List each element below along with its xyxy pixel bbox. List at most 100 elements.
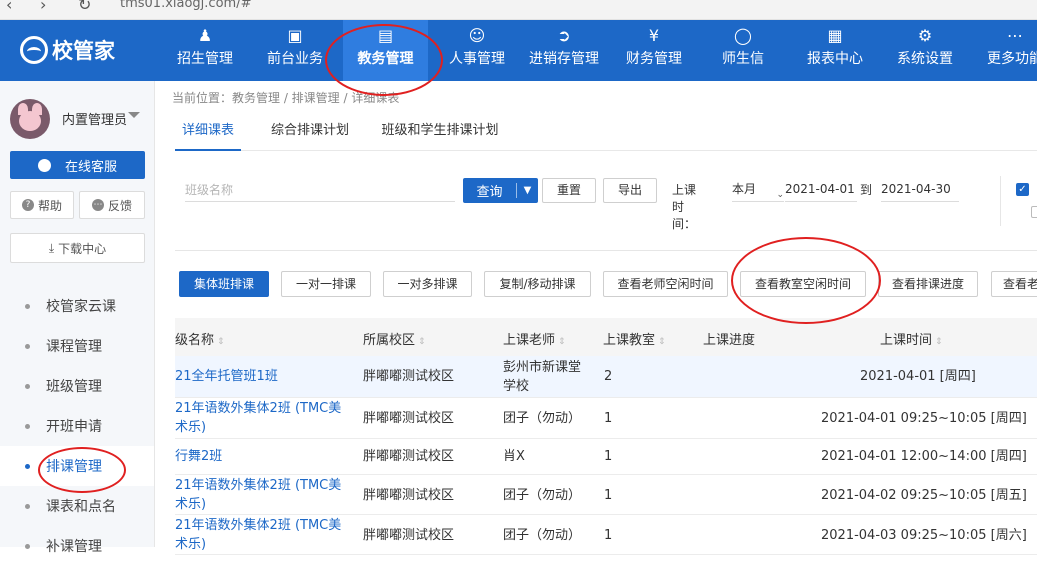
room-cell: 1: [604, 528, 613, 543]
inventory-icon: ➲: [557, 26, 571, 45]
feedback-button[interactable]: ⋯ 反馈: [79, 191, 145, 219]
sidebar-item-makeup[interactable]: 补课管理: [0, 526, 154, 566]
sidebar-item-classes[interactable]: 班级管理: [0, 366, 154, 406]
campus-cell: 胖嘟嘟测试校区: [363, 449, 455, 464]
tab-class-student-plan[interactable]: 班级和学生排课计划: [380, 113, 500, 151]
checkbox-checked[interactable]: ✓: [1016, 183, 1029, 196]
sidebar-item-open-class[interactable]: 开班申请: [0, 406, 154, 446]
view-more-button[interactable]: 查看老: [991, 271, 1037, 297]
chat-icon: ◯: [734, 26, 752, 45]
copy-move-schedule-button[interactable]: 复制/移动排课: [484, 271, 591, 297]
class-name-link[interactable]: 21年语数外集体2班 (TMC美术乐): [175, 399, 350, 437]
more-icon: ⋯: [1007, 26, 1023, 45]
forward-icon[interactable]: ›: [40, 0, 46, 14]
query-label: 查询: [476, 185, 503, 200]
feedback-icon: ⋯: [91, 199, 104, 211]
url-bar[interactable]: tms01.xiaogj.com/#: [120, 0, 251, 11]
column-header-campus[interactable]: 所属校区 ⇕: [363, 329, 426, 348]
schedule-progress-button[interactable]: 查看排课进度: [878, 271, 978, 297]
table-row[interactable]: 21全年托管班1班 胖嘟嘟测试校区 彭州市新课堂学校 2 2021-04-01 …: [175, 356, 1037, 398]
browser-bar: ‹ › ↻ tms01.xiaogj.com/#: [0, 0, 1037, 20]
column-header-class[interactable]: 级名称 ⇕: [175, 329, 225, 348]
book-icon: ▤: [377, 26, 394, 45]
nav-item-more[interactable]: ⋯ 更多功能: [980, 20, 1037, 81]
bullet-icon: [25, 503, 30, 509]
nav-item-report[interactable]: ▦ 报表中心: [798, 20, 872, 81]
chevron-down-icon[interactable]: [128, 112, 140, 118]
download-center-button[interactable]: ⤓ 下载中心: [10, 233, 145, 263]
checkbox[interactable]: [1031, 206, 1037, 218]
header-label: 级名称: [175, 333, 215, 348]
refresh-icon[interactable]: ↻: [78, 0, 91, 14]
nav-item-message[interactable]: ◯ 师生信: [710, 20, 776, 81]
sidebar-item-scheduling[interactable]: 排课管理: [0, 446, 154, 486]
time-cell: 2021-04-03 09:25~10:05 [周六]: [821, 528, 1027, 543]
export-button[interactable]: 导出: [603, 178, 657, 203]
bullet-icon: [25, 383, 30, 389]
help-button[interactable]: ? 帮助: [10, 191, 74, 219]
nav-item-frontdesk[interactable]: ▣ 前台业务: [256, 20, 334, 81]
nav-item-finance[interactable]: ¥ 财务管理: [617, 20, 691, 81]
room-cell: 1: [604, 488, 613, 503]
class-name-link[interactable]: 21全年托管班1班: [175, 367, 278, 386]
reset-button[interactable]: 重置: [542, 178, 596, 203]
one-on-one-schedule-button[interactable]: 一对一排课: [281, 271, 371, 297]
nav-item-inventory[interactable]: ➲ 进销存管理: [523, 20, 605, 81]
header-label: 上课教室: [603, 333, 656, 348]
teacher-cell: 团子（勿动）: [503, 411, 582, 426]
sort-icon[interactable]: ⇕: [418, 337, 426, 347]
sidebar-item-label: 班级管理: [46, 379, 102, 395]
option-checkboxes: ✓: [1000, 176, 1037, 226]
class-name-link[interactable]: 21年语数外集体2班 (TMC美术乐): [175, 516, 350, 554]
chevron-down-icon[interactable]: ▼: [517, 185, 538, 196]
person-icon: ☺: [468, 26, 486, 45]
time-cell: 2021-04-01 12:00~14:00 [周四]: [821, 449, 1027, 464]
classroom-free-time-button[interactable]: 查看教室空闲时间: [740, 271, 866, 297]
feedback-label: 反馈: [107, 198, 132, 213]
date-end-field[interactable]: 2021-04-30: [881, 178, 959, 202]
nav-label: 人事管理: [449, 51, 505, 67]
sort-icon[interactable]: ⇕: [217, 337, 225, 347]
bullet-icon: [25, 543, 30, 549]
column-header-room[interactable]: 上课教室 ⇕: [603, 329, 666, 348]
nav-item-hr[interactable]: ☺ 人事管理: [438, 20, 516, 81]
sort-icon[interactable]: ⇕: [935, 337, 943, 347]
monitor-icon: ▣: [287, 26, 303, 45]
table-row[interactable]: 行舞2班 胖嘟嘟测试校区 肖X 1 2021-04-01 12:00~14:00…: [175, 439, 1037, 475]
user-name[interactable]: 内置管理员: [62, 109, 127, 128]
class-name-link[interactable]: 行舞2班: [175, 447, 222, 466]
sidebar-item-timetable[interactable]: 课表和点名: [0, 486, 154, 526]
tab-overall-plan[interactable]: 综合排课计划: [267, 113, 353, 151]
column-header-teacher[interactable]: 上课老师 ⇕: [503, 329, 566, 348]
group-class-schedule-button[interactable]: 集体班排课: [179, 271, 269, 297]
back-icon[interactable]: ‹: [6, 0, 12, 14]
range-value: 本月: [732, 182, 757, 196]
nav-item-academic[interactable]: ▤ 教务管理: [343, 20, 428, 81]
range-select[interactable]: 本月 ⌄: [732, 178, 784, 202]
table-row[interactable]: 21年语数外集体2班 (TMC美术乐) 胖嘟嘟测试校区 团子（勿动） 1 202…: [175, 515, 1037, 555]
teacher-free-time-button[interactable]: 查看老师空闲时间: [603, 271, 728, 297]
query-button[interactable]: 查询 ▼: [463, 178, 538, 203]
sort-icon[interactable]: ⇕: [658, 337, 666, 347]
nav-item-settings[interactable]: ⚙ 系统设置: [888, 20, 962, 81]
tab-detail-schedule[interactable]: 详细课表: [175, 113, 241, 151]
logo[interactable]: 校管家: [20, 34, 115, 66]
sidebar-item-cloud-class[interactable]: 校管家云课: [0, 286, 154, 326]
class-name-input[interactable]: [185, 178, 455, 202]
table-row[interactable]: 21年语数外集体2班 (TMC美术乐) 胖嘟嘟测试校区 团子（勿动） 1 202…: [175, 398, 1037, 439]
class-name-link[interactable]: 21年语数外集体2班 (TMC美术乐): [175, 476, 350, 514]
online-service-button[interactable]: 在线客服: [10, 151, 145, 179]
one-to-many-schedule-button[interactable]: 一对多排课: [383, 271, 472, 297]
avatar[interactable]: [10, 99, 50, 139]
nav-label: 进销存管理: [529, 51, 599, 67]
campus-cell: 胖嘟嘟测试校区: [363, 411, 455, 426]
column-header-time[interactable]: 上课时间 ⇕: [880, 329, 943, 348]
sort-icon[interactable]: ⇕: [558, 337, 566, 347]
table-row[interactable]: 21年语数外集体2班 (TMC美术乐) 胖嘟嘟测试校区 团子（勿动） 1 202…: [175, 475, 1037, 515]
sidebar-item-courses[interactable]: 课程管理: [0, 326, 154, 366]
date-start-field[interactable]: 2021-04-01: [785, 178, 857, 202]
nav-item-recruit[interactable]: ♟ 招生管理: [166, 20, 244, 81]
sidebar-item-label: 补课管理: [46, 539, 102, 555]
nav-label: 教务管理: [357, 51, 414, 67]
sidebar-item-label: 课程管理: [46, 339, 102, 355]
